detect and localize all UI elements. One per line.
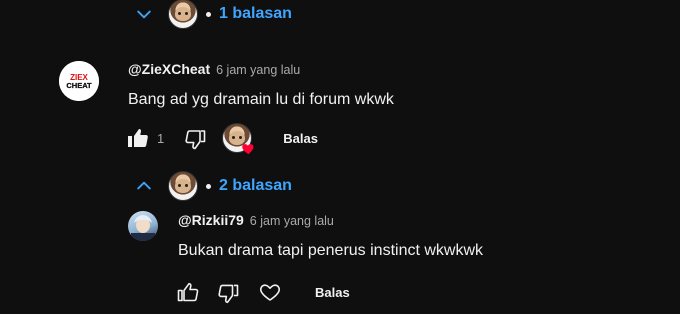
dislike-button[interactable]	[182, 125, 208, 151]
chevron-down-icon	[137, 10, 151, 19]
comment-header: @ZieXCheat 6 jam yang lalu	[128, 61, 300, 77]
comment-actions: 1 Balas	[125, 123, 318, 155]
ziex-cheat-logo: ZIEX CHEAT	[59, 61, 99, 101]
dislike-button[interactable]	[215, 279, 241, 305]
reply-author-avatar[interactable]	[128, 211, 158, 241]
thumb-up-icon	[128, 129, 148, 147]
replies-toggle-top[interactable]: 1 balasan	[134, 0, 292, 29]
like-button[interactable]	[125, 125, 151, 151]
thumb-up-icon	[177, 282, 199, 302]
comment-author-name[interactable]: @ZieXCheat	[128, 61, 210, 77]
replies-toggle-expanded[interactable]: 2 balasan	[134, 171, 292, 201]
chevron-up-icon	[137, 181, 151, 190]
thumb-down-icon	[218, 284, 239, 304]
thumb-down-icon	[185, 130, 206, 150]
reply-header: @Rizkii79 6 jam yang lalu	[178, 212, 334, 228]
reply-actions: Balas	[175, 278, 350, 306]
comment-author-avatar[interactable]: ZIEX CHEAT	[59, 61, 99, 101]
svg-text:CHEAT: CHEAT	[66, 81, 92, 90]
heart-button[interactable]	[257, 279, 283, 305]
creator-heart[interactable]	[222, 123, 254, 155]
reply-text: Bukan drama tapi penerus instinct wkwkwk	[178, 242, 484, 259]
heart-icon	[260, 284, 280, 301]
like-button[interactable]	[175, 279, 201, 305]
replies-count-label: 2 balasan	[219, 177, 292, 194]
reply-timestamp[interactable]: 6 jam yang lalu	[250, 214, 334, 228]
heart-icon	[242, 144, 254, 155]
separator-dot	[206, 11, 211, 17]
creator-avatar	[168, 171, 198, 201]
reply-author-name[interactable]: @Rizkii79	[178, 212, 244, 228]
replies-count-label: 1 balasan	[219, 5, 292, 22]
reply-button[interactable]: Balas	[283, 131, 318, 146]
like-count: 1	[157, 130, 165, 146]
comment-text: Bang ad yg dramain lu di forum wkwk	[128, 91, 394, 108]
anime-character-avatar	[131, 215, 155, 241]
separator-dot	[206, 183, 211, 189]
comment-timestamp[interactable]: 6 jam yang lalu	[216, 63, 300, 77]
reply-button[interactable]: Balas	[315, 285, 350, 300]
creator-avatar	[168, 0, 198, 29]
